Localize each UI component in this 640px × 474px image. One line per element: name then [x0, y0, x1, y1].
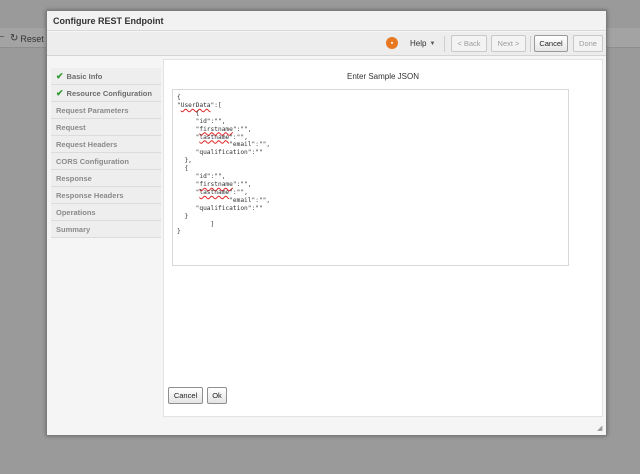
json-line: "lastname":"",	[177, 133, 248, 141]
help-icon[interactable]: ▪	[386, 37, 398, 49]
nav-item-basic-info[interactable]: ✔ Basic Info	[51, 68, 161, 85]
json-line: ]	[177, 220, 215, 228]
nav-item-label: Basic Info	[66, 71, 103, 81]
dialog-toolbar: ▪ Help ▼ < Back Next > Cancel Done	[47, 32, 606, 56]
help-label: Help	[410, 39, 427, 48]
configure-rest-endpoint-dialog: Configure REST Endpoint ▪ Help ▼ < Back …	[46, 10, 607, 436]
json-line: "firstname":"",	[177, 125, 252, 133]
nav-item-summary[interactable]: Summary	[51, 221, 161, 238]
json-line: "UserData":[	[177, 101, 222, 109]
nav-item-cors-configuration[interactable]: CORS Configuration	[51, 153, 161, 170]
train-stop-nav: ✔ Basic Info ✔ Resource Configuration Re…	[51, 68, 161, 238]
json-ok-button[interactable]: Ok	[207, 387, 227, 404]
checkmark-icon: ✔	[56, 70, 64, 81]
json-line: {	[177, 165, 189, 173]
json-line: "lastname":"",	[177, 188, 248, 196]
panel-title: Enter Sample JSON	[346, 72, 420, 81]
json-line: "id":"",	[177, 173, 226, 181]
reset-icon: ↻	[10, 33, 19, 44]
sample-json-panel: Enter Sample JSON {"UserData":[ { "id":"…	[163, 59, 603, 417]
background-reset-button[interactable]: ↻ Reset	[10, 33, 44, 44]
nav-item-response-headers[interactable]: Response Headers	[51, 187, 161, 204]
next-button[interactable]: Next >	[491, 35, 526, 52]
json-line: "firstname":"",	[177, 180, 252, 188]
nav-item-label: Response Headers	[56, 190, 124, 200]
nav-item-label: Resource Configuration	[66, 88, 152, 98]
done-button[interactable]: Done	[573, 35, 603, 52]
cancel-button[interactable]: Cancel	[534, 35, 568, 52]
background-reset-label: Reset	[20, 33, 44, 44]
nav-item-response[interactable]: Response	[51, 170, 161, 187]
dialog-title: Configure REST Endpoint	[47, 11, 606, 31]
nav-item-label: Request Headers	[56, 139, 118, 149]
nav-item-operations[interactable]: Operations	[51, 204, 161, 221]
help-menu-button[interactable]: Help ▼	[410, 39, 435, 48]
json-line: "qualification":""	[177, 204, 263, 212]
nav-item-label: Response	[56, 173, 92, 183]
sample-json-textarea[interactable]: {"UserData":[ { "id":"", "firstname":"",…	[172, 89, 569, 266]
toolbar-divider	[444, 36, 445, 52]
nav-item-resource-configuration[interactable]: ✔ Resource Configuration	[51, 85, 161, 102]
nav-item-request-parameters[interactable]: Request Parameters	[51, 102, 161, 119]
json-line: },	[177, 157, 192, 165]
json-line: "email":"",	[177, 141, 271, 149]
background-divider	[0, 36, 4, 37]
json-line: {	[177, 94, 181, 101]
json-line: }	[177, 228, 181, 236]
nav-item-label: CORS Configuration	[56, 156, 129, 166]
toolbar-divider	[530, 36, 531, 52]
nav-item-label: Request Parameters	[56, 105, 129, 115]
nav-item-label: Operations	[56, 207, 96, 217]
json-line: {	[177, 109, 200, 117]
nav-item-label: Request	[56, 122, 86, 132]
nav-item-request-headers[interactable]: Request Headers	[51, 136, 161, 153]
json-line: "qualification":""	[177, 149, 263, 157]
checkmark-icon: ✔	[56, 87, 64, 98]
json-line: "email":"",	[177, 196, 271, 204]
json-cancel-button[interactable]: Cancel	[168, 387, 203, 404]
resize-grip-icon[interactable]: ◢	[597, 425, 603, 432]
nav-item-request[interactable]: Request	[51, 119, 161, 136]
json-line: }	[177, 212, 189, 220]
back-button[interactable]: < Back	[451, 35, 487, 52]
chevron-down-icon: ▼	[429, 40, 436, 47]
json-line: "id":"",	[177, 117, 226, 125]
nav-item-label: Summary	[56, 224, 91, 234]
